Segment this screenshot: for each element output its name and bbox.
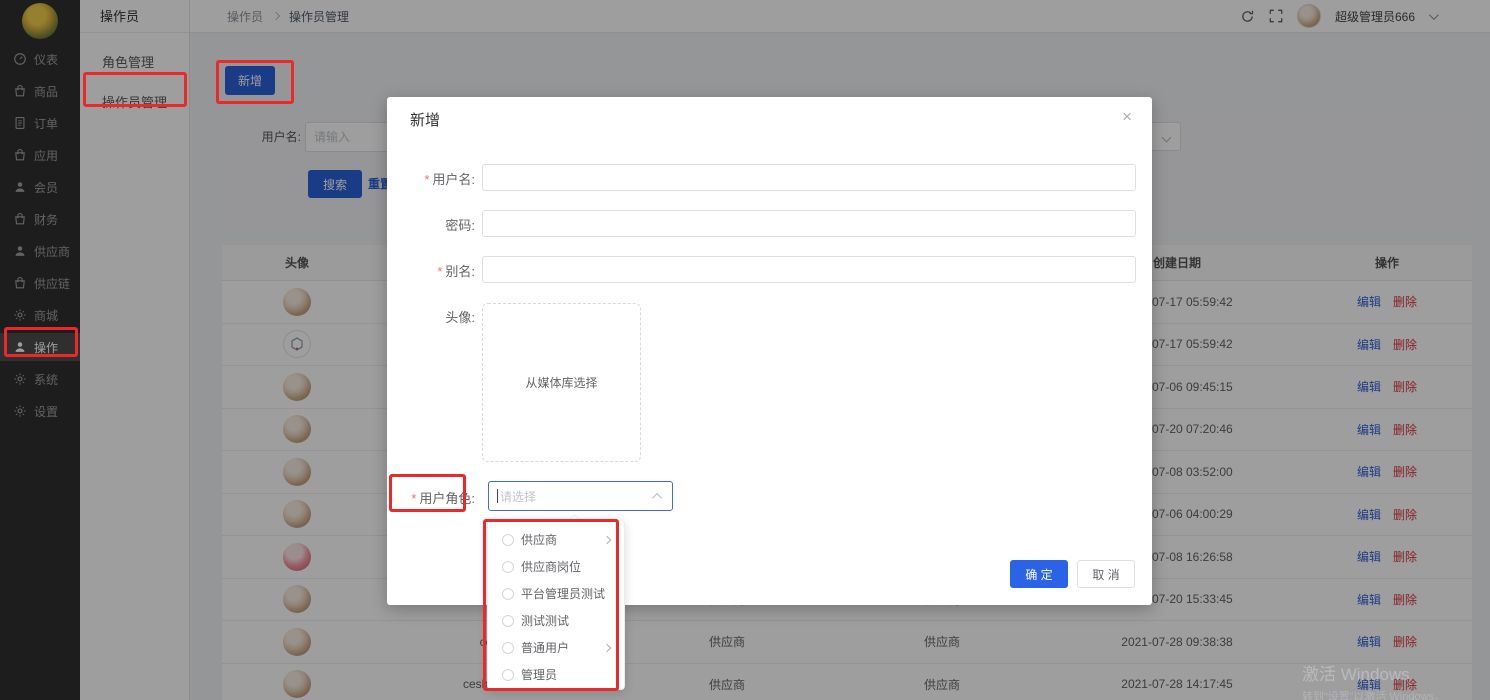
cascader-option-2[interactable]: 平台管理员测试 (488, 580, 624, 607)
cascader-option-label: 供应商 (521, 531, 557, 548)
cascader-option-5[interactable]: 管理员 (488, 661, 624, 688)
cascader-option-1[interactable]: 供应商岗位 (488, 553, 624, 580)
chevron-right-icon (603, 535, 611, 543)
chevron-up-icon (652, 492, 662, 502)
media-library-upload-box[interactable]: 从媒体库选择 (482, 303, 641, 462)
alias-field-label: *别名: (387, 261, 475, 280)
role-select-placeholder: 请选择 (500, 488, 536, 505)
chevron-right-icon (603, 643, 611, 651)
radio-icon[interactable] (502, 561, 514, 573)
confirm-button[interactable]: 确 定 (1010, 560, 1068, 588)
cascader-option-3[interactable]: 测试测试 (488, 607, 624, 634)
username-field[interactable] (482, 164, 1136, 191)
radio-icon[interactable] (502, 615, 514, 627)
avatar-field-label: 头像: (387, 307, 475, 326)
close-icon[interactable]: × (1122, 107, 1132, 127)
role-cascader-panel: 供应商供应商岗位平台管理员测试测试测试普通用户管理员 (487, 520, 625, 690)
upload-box-text: 从媒体库选择 (525, 374, 597, 391)
password-field-label: 密码: (387, 215, 475, 234)
password-field[interactable] (482, 210, 1136, 237)
cascader-option-label: 测试测试 (521, 612, 569, 629)
cascader-option-label: 普通用户 (521, 639, 569, 656)
cascader-option-label: 管理员 (521, 666, 557, 683)
cascader-option-label: 供应商岗位 (521, 558, 581, 575)
username-field-label: *用户名: (387, 169, 475, 188)
alias-field[interactable] (482, 256, 1136, 283)
modal-title: 新增 (410, 109, 440, 130)
required-asterisk: * (437, 264, 442, 279)
cascader-option-label: 平台管理员测试 (521, 585, 605, 602)
cascader-option-4[interactable]: 普通用户 (488, 634, 624, 661)
cancel-button[interactable]: 取 消 (1077, 560, 1135, 588)
radio-icon[interactable] (502, 588, 514, 600)
role-field-label: *用户角色: (387, 488, 475, 507)
text-cursor (497, 489, 498, 503)
app-window: 仪表商品订单应用会员财务供应商供应链商城操作系统设置 操作员 角色管理操作员管理… (0, 0, 1490, 700)
required-asterisk: * (411, 491, 416, 506)
role-select[interactable]: 请选择 (488, 481, 673, 511)
radio-icon[interactable] (502, 642, 514, 654)
cascader-option-0[interactable]: 供应商 (488, 526, 624, 553)
radio-icon[interactable] (502, 669, 514, 681)
radio-icon[interactable] (502, 534, 514, 546)
required-asterisk: * (424, 172, 429, 187)
